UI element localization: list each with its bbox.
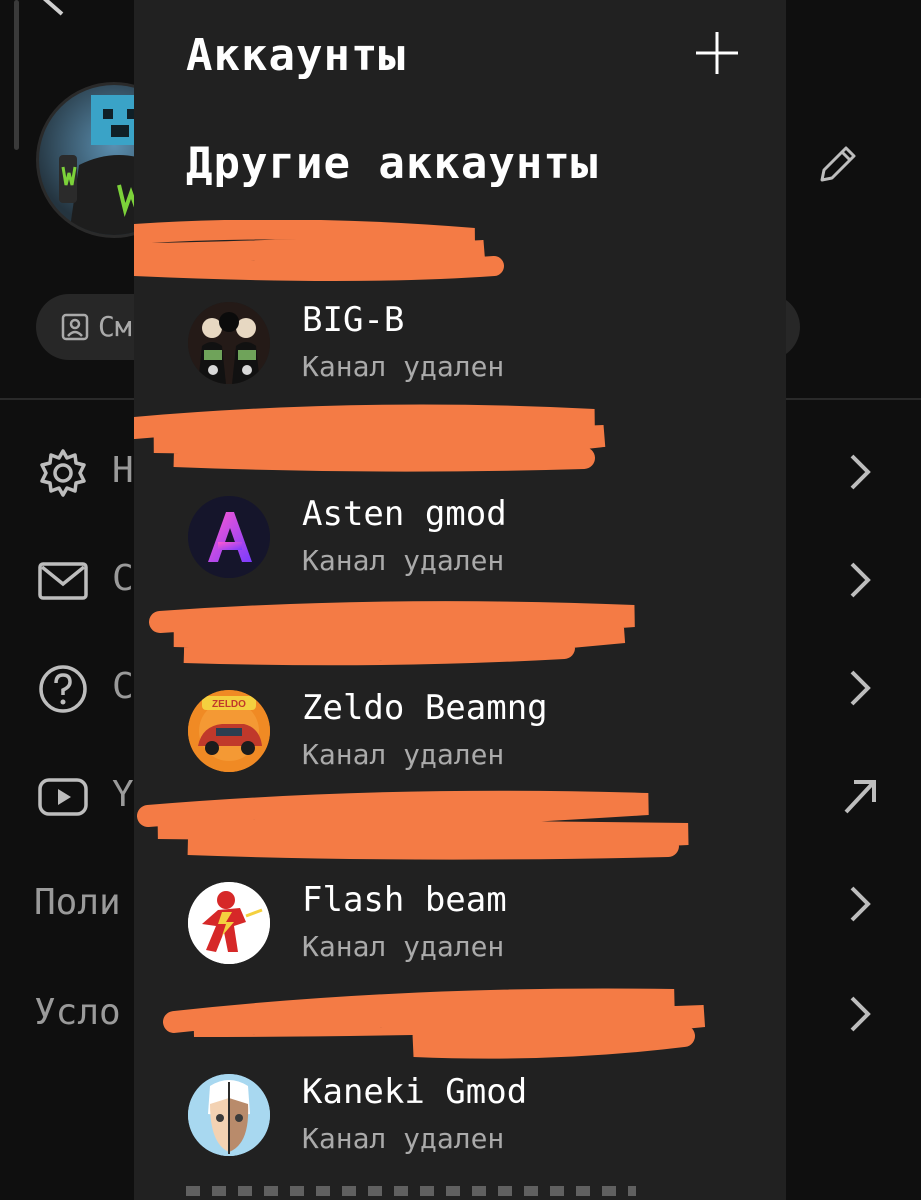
youtube-icon bbox=[38, 778, 88, 816]
account-item[interactable]: Flash beam Канал удален bbox=[134, 880, 786, 980]
external-link-arrow-icon bbox=[844, 780, 876, 814]
account-item[interactable]: Asten gmod Канал удален bbox=[134, 494, 786, 594]
settings-row-label: С bbox=[112, 666, 134, 707]
orange-car-avatar-icon: ZELDO bbox=[188, 690, 270, 772]
manage-account-label: См bbox=[98, 310, 132, 343]
account-status: Канал удален bbox=[302, 350, 505, 383]
account-item[interactable]: BIG-B Канал удален bbox=[134, 300, 786, 400]
account-status: Канал удален bbox=[302, 544, 505, 577]
scrollbar[interactable] bbox=[14, 0, 19, 150]
mail-icon bbox=[38, 562, 88, 600]
account-name: Flash beam bbox=[302, 880, 507, 920]
chevron-right-icon bbox=[850, 886, 871, 922]
account-item[interactable]: ZELDO Zeldo Beamng Канал удален bbox=[134, 688, 786, 788]
redaction-scribble bbox=[134, 220, 504, 281]
account-name: Kaneki Gmod bbox=[302, 1072, 528, 1112]
settings-row-label: Поли bbox=[34, 882, 121, 923]
chevron-right-icon bbox=[850, 670, 871, 706]
split-face-avatar-icon bbox=[188, 1074, 270, 1156]
svg-text:ZELDO: ZELDO bbox=[212, 699, 246, 710]
account-status: Канал удален bbox=[302, 738, 505, 771]
panel-title: Аккаунты bbox=[186, 30, 406, 81]
gear-icon bbox=[40, 449, 86, 497]
settings-row-label: Усло bbox=[34, 992, 121, 1033]
settings-row-label: С bbox=[112, 558, 134, 599]
account-status: Канал удален bbox=[302, 930, 505, 963]
add-account-icon[interactable] bbox=[692, 28, 742, 78]
account-name: Asten gmod bbox=[302, 494, 507, 534]
account-item[interactable]: Kaneki Gmod Канал удален bbox=[134, 1072, 786, 1172]
chevron-right-icon bbox=[850, 996, 871, 1032]
account-box-icon bbox=[61, 313, 89, 341]
account-status: Канал удален bbox=[302, 1122, 505, 1155]
chevron-right-icon bbox=[850, 562, 871, 598]
flash-hero-avatar-icon bbox=[188, 882, 270, 964]
redaction-scribble bbox=[137, 790, 689, 860]
accounts-panel: Аккаунты Другие аккаунты BIG-B Канал уда… bbox=[134, 0, 786, 1200]
chevron-right-icon bbox=[850, 454, 871, 490]
account-name: BIG-B bbox=[302, 300, 405, 340]
back-arrow-icon[interactable] bbox=[40, 0, 80, 20]
settings-row-label: Y bbox=[112, 774, 134, 815]
letter-a-avatar-icon bbox=[188, 496, 270, 578]
edit-pencil-icon[interactable] bbox=[812, 138, 864, 190]
account-name: Zeldo Beamng bbox=[302, 688, 548, 728]
redaction-scribble bbox=[134, 404, 606, 472]
redaction-scribble bbox=[163, 988, 706, 1059]
settings-row-label: Н bbox=[112, 450, 134, 491]
section-title: Другие аккаунты bbox=[186, 138, 599, 189]
help-icon bbox=[39, 665, 87, 713]
next-item-partial bbox=[186, 1186, 636, 1196]
masked-figures-avatar-icon bbox=[188, 302, 270, 384]
redaction-scribble bbox=[149, 601, 635, 666]
